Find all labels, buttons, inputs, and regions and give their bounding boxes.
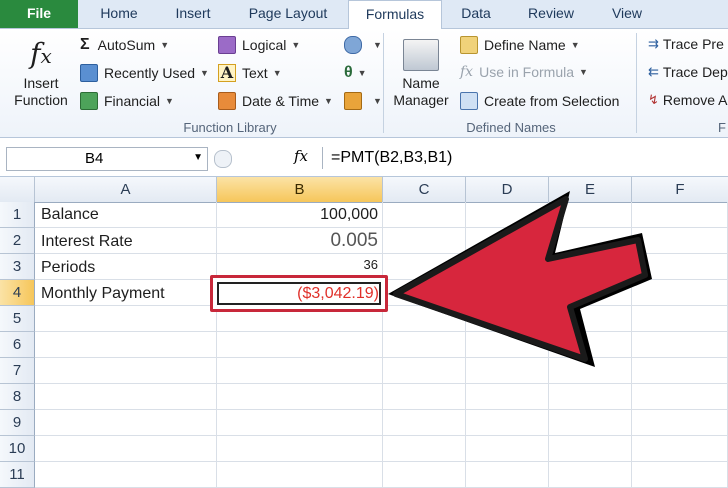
define-name-button[interactable]: Define Name ▼ xyxy=(460,36,580,54)
tab-view[interactable]: View xyxy=(598,0,656,28)
logical-button[interactable]: Logical ▼ xyxy=(218,36,300,54)
chevron-down-icon: ▼ xyxy=(324,96,333,106)
row-header-11[interactable]: 11 xyxy=(0,462,35,488)
defined-names-group-label: Defined Names xyxy=(466,120,556,135)
chevron-down-icon: ▼ xyxy=(200,68,209,78)
magnifier-book-icon xyxy=(344,36,362,54)
star-book-icon xyxy=(80,64,98,82)
group-divider xyxy=(383,33,384,133)
tab-page-layout[interactable]: Page Layout xyxy=(236,0,340,28)
more-functions-button[interactable]: ▼ xyxy=(344,92,382,110)
trace-dependents-button[interactable]: ⇇ Trace Dep xyxy=(648,64,728,80)
books-icon xyxy=(344,92,362,110)
trace-dependents-icon: ⇇ xyxy=(648,64,659,79)
cell-b2[interactable]: 0.005 xyxy=(218,230,378,252)
name-box[interactable]: B4 ▼ xyxy=(6,147,208,171)
autosum-button[interactable]: Σ AutoSum ▼ xyxy=(80,36,169,54)
financial-book-icon xyxy=(80,92,98,110)
tab-formulas[interactable]: Formulas xyxy=(348,0,442,30)
sigma-icon: Σ xyxy=(80,36,90,53)
tab-insert[interactable]: Insert xyxy=(160,0,226,28)
trace-precedents-icon: ⇉ xyxy=(648,36,659,51)
tag-icon xyxy=(460,36,478,54)
row-header-6[interactable]: 6 xyxy=(0,332,35,358)
use-in-formula-button[interactable]: fx Use in Formula ▼ xyxy=(460,64,588,80)
name-manager-icon xyxy=(403,39,439,71)
text-a-icon: A xyxy=(218,64,236,82)
financial-button[interactable]: Financial ▼ xyxy=(80,92,174,110)
column-header-b[interactable]: B xyxy=(217,177,383,203)
red-arrow-annotation xyxy=(388,191,652,367)
row-header-1[interactable]: 1 xyxy=(0,202,35,228)
row-header-9[interactable]: 9 xyxy=(0,410,35,436)
chevron-down-icon: ▼ xyxy=(570,40,580,50)
row-header-4[interactable]: 4 xyxy=(0,280,35,306)
formula-auditing-group-label: F xyxy=(718,120,726,135)
text-button[interactable]: A Text ▼ xyxy=(218,64,282,82)
row-header-7[interactable]: 7 xyxy=(0,358,35,384)
cell-a2[interactable]: Interest Rate xyxy=(41,233,133,251)
cell-b3[interactable]: 36 xyxy=(218,257,378,272)
row-header-5[interactable]: 5 xyxy=(0,306,35,332)
fx-small-icon: fx xyxy=(460,64,474,80)
chevron-down-icon: ▼ xyxy=(373,96,382,106)
math-trig-button[interactable]: θ ▼ xyxy=(344,64,367,82)
worksheet-grid[interactable]: A B C D E F 1 2 3 4 5 6 7 8 9 10 11 Balance 100,00… xyxy=(0,177,728,488)
remove-arrows-icon: ↯ xyxy=(648,92,659,107)
chevron-down-icon: ▼ xyxy=(165,96,174,106)
tab-review[interactable]: Review xyxy=(514,0,588,28)
fx-icon: fx xyxy=(30,37,52,70)
tab-data[interactable]: Data xyxy=(448,0,504,28)
group-divider xyxy=(636,33,637,133)
create-from-selection-button[interactable]: Create from Selection xyxy=(460,92,619,110)
chevron-down-icon: ▼ xyxy=(291,40,301,50)
question-book-icon xyxy=(218,36,236,54)
function-library-group-label: Function Library xyxy=(183,120,277,135)
chevron-down-icon: ▼ xyxy=(160,40,170,50)
chevron-down-icon: ▼ xyxy=(272,68,282,78)
cell-a1[interactable]: Balance xyxy=(41,206,99,224)
remove-arrows-button[interactable]: ↯ Remove A xyxy=(648,92,728,108)
tab-file[interactable]: File xyxy=(0,0,78,28)
chevron-down-icon: ▼ xyxy=(373,40,382,50)
ribbon-tab-bar: File Home Insert Page Layout Formulas Da… xyxy=(0,0,728,30)
ribbon: fx Insert Function Σ AutoSum ▼ Recently U… xyxy=(0,29,728,138)
cell-a3[interactable]: Periods xyxy=(41,259,95,277)
gridline xyxy=(216,202,217,488)
date-time-button[interactable]: Date & Time ▼ xyxy=(218,92,333,110)
tab-home[interactable]: Home xyxy=(86,0,152,28)
cell-a4[interactable]: Monthly Payment xyxy=(41,285,165,303)
clock-book-icon xyxy=(218,92,236,110)
grid-selection-icon xyxy=(460,92,478,110)
insert-function-fx-button[interactable]: fx xyxy=(294,147,316,169)
trace-precedents-button[interactable]: ⇉ Trace Pre xyxy=(648,36,724,52)
row-header-8[interactable]: 8 xyxy=(0,384,35,410)
formula-input[interactable]: =PMT(B2,B3,B1) xyxy=(322,147,728,169)
row-header-10[interactable]: 10 xyxy=(0,436,35,462)
row-header-2[interactable]: 2 xyxy=(0,228,35,254)
formula-bar: B4 ▼ fx =PMT(B2,B3,B1) xyxy=(0,138,728,177)
splitter-handle[interactable] xyxy=(214,150,232,168)
chevron-down-icon[interactable]: ▼ xyxy=(193,152,203,163)
highlight-box: ($3,042.19) xyxy=(210,275,388,312)
column-header-a[interactable]: A xyxy=(35,177,217,203)
recently-used-button[interactable]: Recently Used ▼ xyxy=(80,64,209,82)
select-all-corner[interactable] xyxy=(0,177,35,203)
theta-icon: θ xyxy=(344,64,353,81)
row-header-3[interactable]: 3 xyxy=(0,254,35,280)
chevron-down-icon: ▼ xyxy=(579,67,588,77)
chevron-down-icon: ▼ xyxy=(357,68,367,78)
cell-b4[interactable]: ($3,042.19) xyxy=(219,285,379,303)
insert-function-button[interactable]: fx Insert Function xyxy=(6,35,76,109)
name-manager-button[interactable]: Name Manager xyxy=(388,39,454,109)
cell-b1[interactable]: 100,000 xyxy=(218,206,378,224)
lookup-reference-button[interactable]: ▼ xyxy=(344,36,382,54)
